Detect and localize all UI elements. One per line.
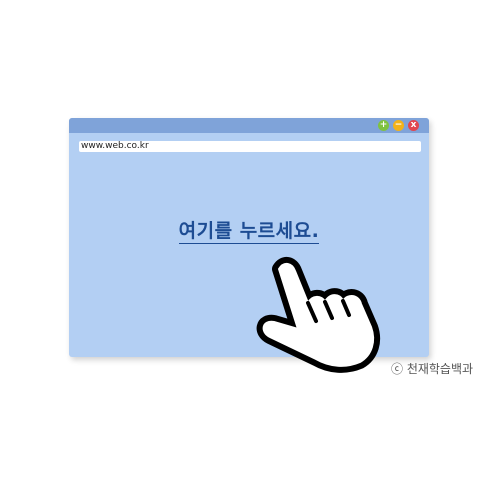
- minimize-button[interactable]: −: [393, 120, 404, 131]
- title-bar: + − x: [69, 118, 429, 133]
- page: + − x www.web.co.kr 여기를 누르세요. ⓒ 천재학습백과: [0, 0, 492, 492]
- maximize-button[interactable]: +: [378, 120, 389, 131]
- window-controls: + − x: [378, 120, 419, 131]
- pointing-hand-icon: [256, 257, 381, 373]
- address-bar[interactable]: www.web.co.kr: [79, 141, 421, 152]
- click-here-link-container: 여기를 누르세요.: [69, 216, 429, 244]
- click-here-link[interactable]: 여기를 누르세요.: [178, 220, 320, 244]
- close-button[interactable]: x: [408, 120, 419, 131]
- copyright-text: ⓒ 천재학습백과: [391, 362, 474, 376]
